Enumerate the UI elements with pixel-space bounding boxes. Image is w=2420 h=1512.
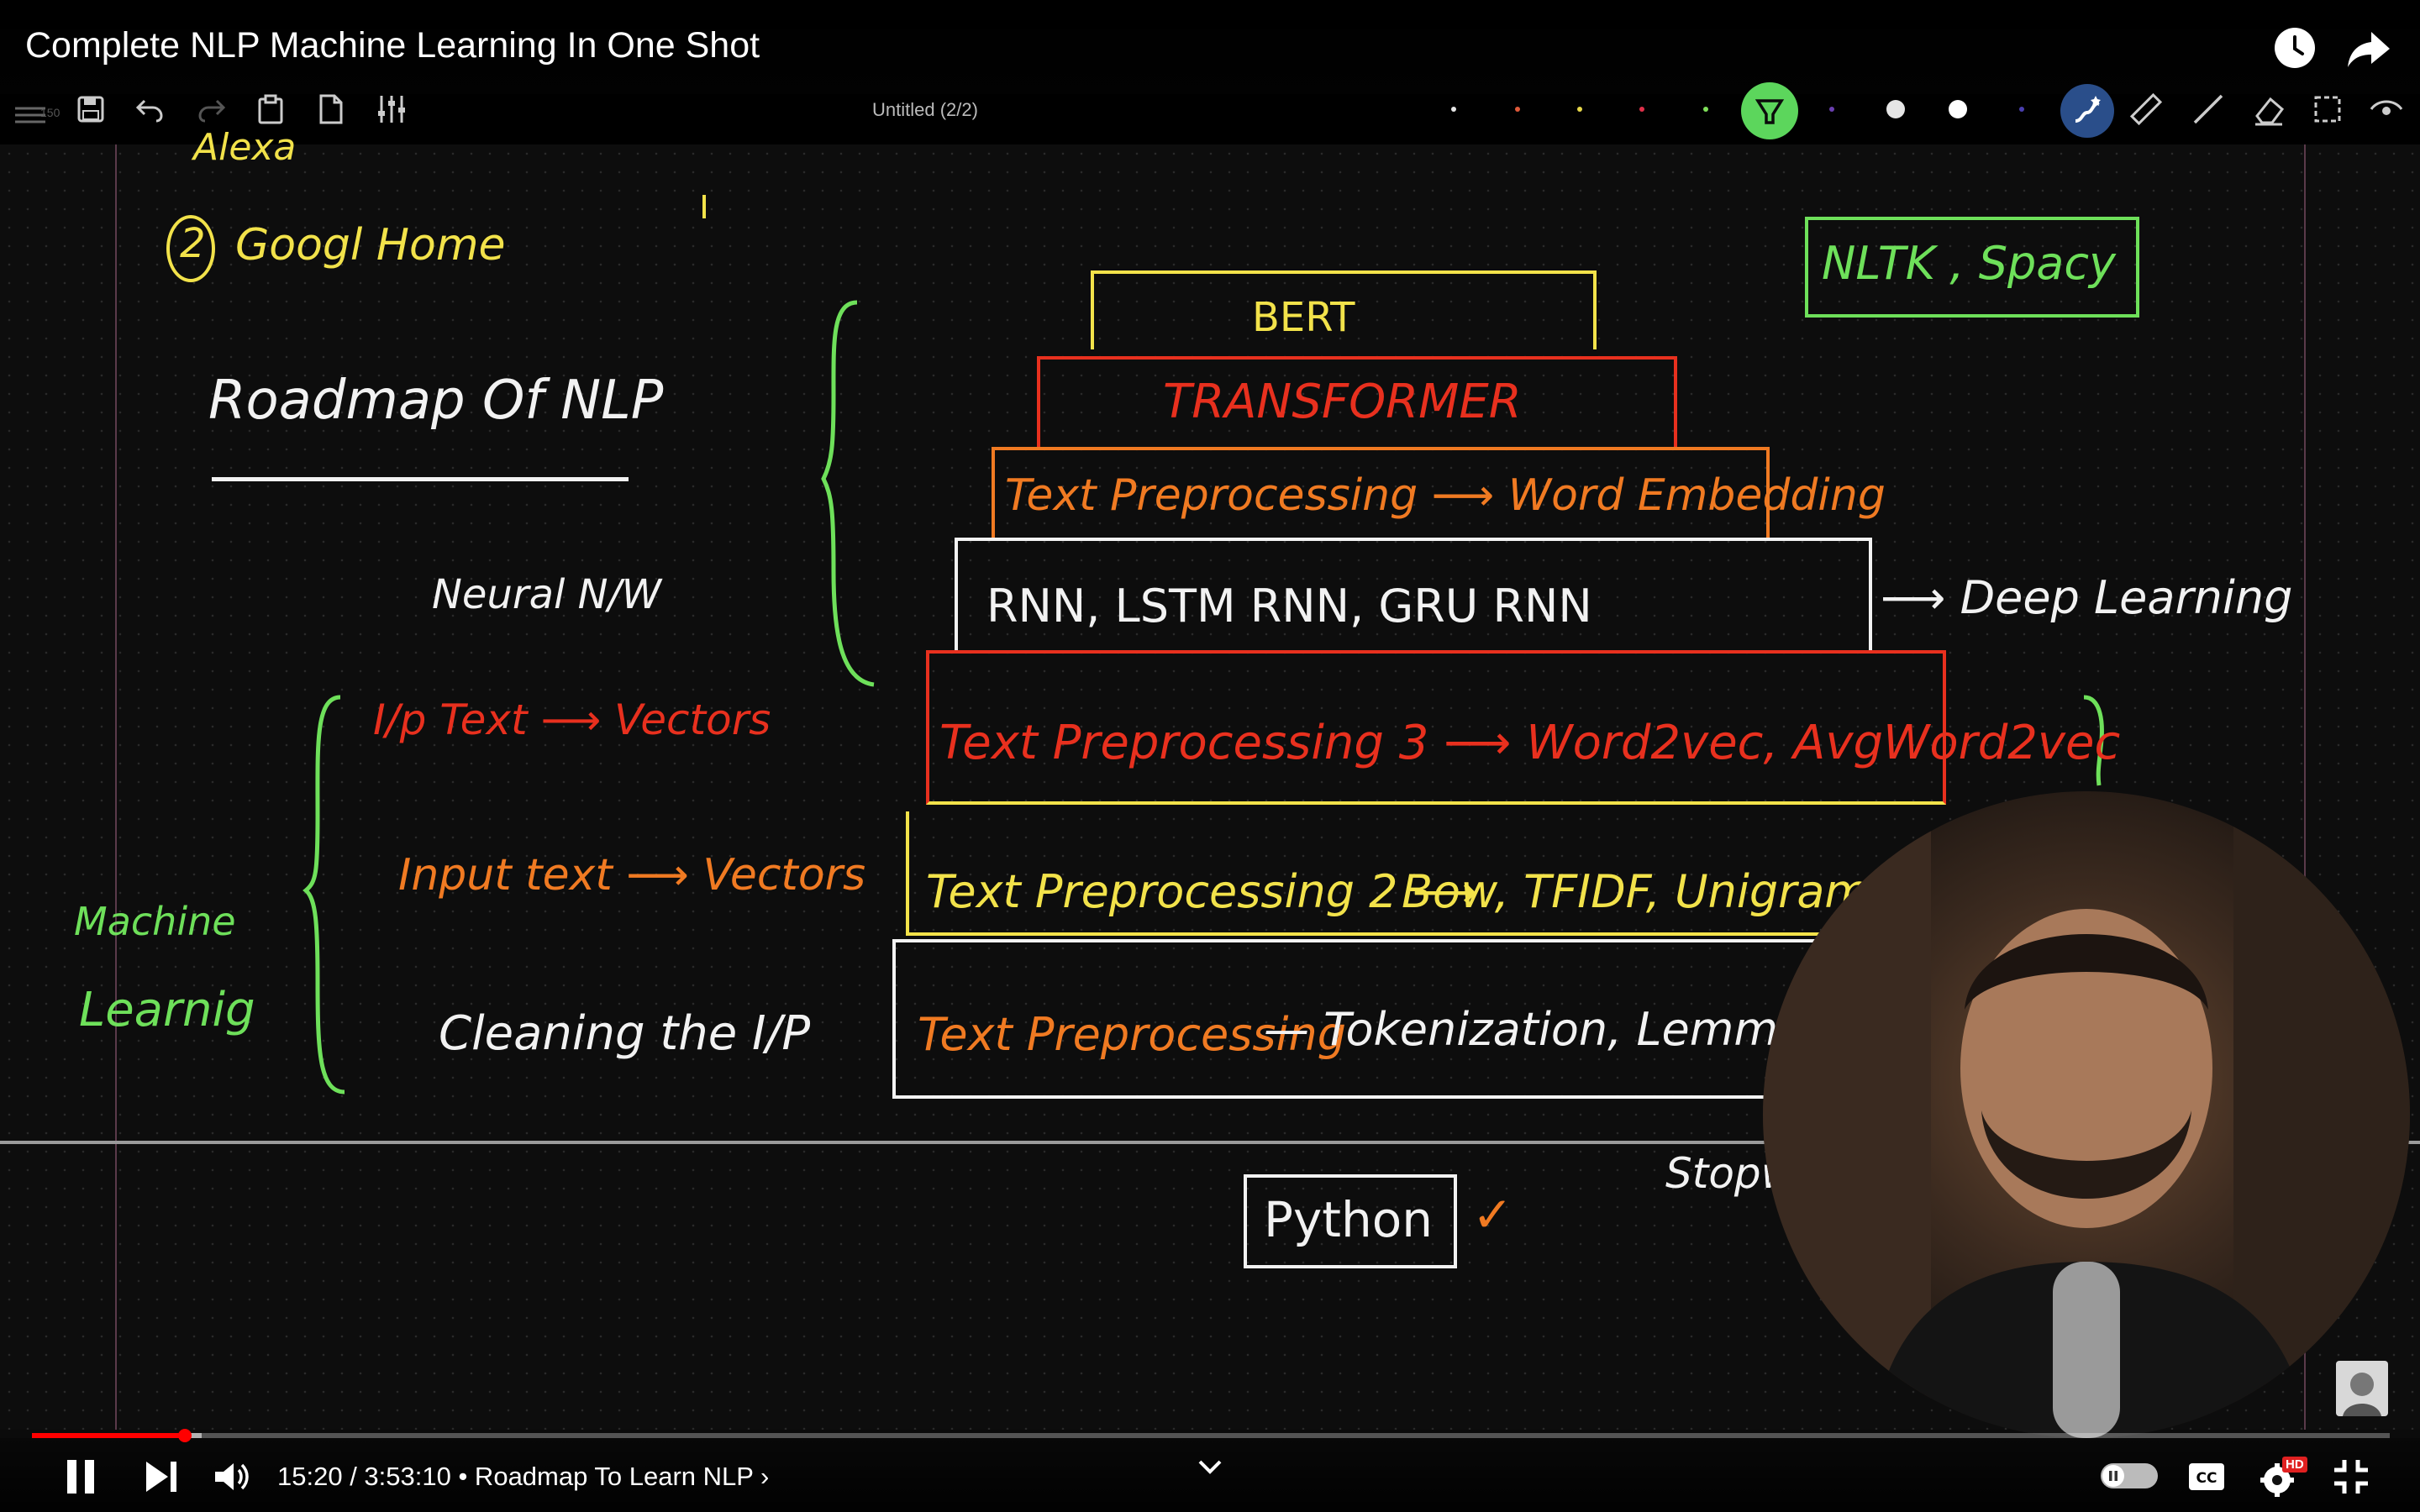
pause-icon [67, 1460, 94, 1494]
pen-color-swatch[interactable] [1577, 107, 1582, 112]
ruler-icon[interactable] [2128, 91, 2165, 128]
channel-watermark[interactable] [2336, 1361, 2388, 1416]
word-embedding-label: Text Preprocessing ⟶ Word Embedding [1005, 470, 1886, 521]
volume-button[interactable] [212, 1457, 252, 1501]
machine-label: Machine [74, 899, 236, 944]
select-icon[interactable] [2309, 91, 2346, 128]
exit-fullscreen-button[interactable] [2331, 1457, 2371, 1501]
learning-label: Learnig [79, 983, 255, 1037]
pen-color-swatch[interactable] [1886, 100, 1905, 118]
bow-label-a: Text Preprocessing 2 ⟶ [926, 865, 1478, 918]
autoplay-pause-icon [2109, 1471, 2118, 1481]
pause-button[interactable] [60, 1457, 101, 1501]
pen-color-swatch[interactable] [1451, 107, 1456, 112]
chevron-down-icon [1198, 1460, 1222, 1474]
settings-button[interactable]: HD [2259, 1457, 2307, 1503]
ml-brace [302, 695, 345, 1095]
pen-color-swatch[interactable] [1949, 100, 1967, 118]
roadmap-underline [212, 477, 629, 481]
captions-button[interactable]: CC [2186, 1460, 2227, 1498]
video-title[interactable]: Complete NLP Machine Learning In One Sho… [25, 25, 760, 66]
redo-icon[interactable] [193, 91, 230, 128]
page-icon[interactable] [313, 91, 350, 128]
autoplay-knob [2102, 1465, 2124, 1487]
magic-pen-icon [2075, 96, 2101, 123]
sliders-icon[interactable] [373, 91, 410, 128]
roadmap-title: Roadmap Of NLP [208, 370, 664, 432]
document-title[interactable]: Untitled (2/2) [872, 99, 978, 121]
nltk-spacy-label: NLTK , Spacy [1822, 237, 2116, 290]
pen-color-swatch[interactable] [1639, 107, 1644, 112]
ml-row-2: Input text ⟶ Vectors [398, 850, 866, 900]
pen-cursor [702, 195, 706, 218]
highlighter-tool-active[interactable] [1741, 82, 1798, 139]
chapter-chevron-icon[interactable]: › [760, 1462, 769, 1491]
transformer-label: TRANSFORMER [1163, 375, 1522, 429]
ml-row-3: Cleaning the I/P [439, 1006, 811, 1061]
eye-icon[interactable] [2368, 91, 2405, 128]
presenter-image [1763, 791, 2410, 1438]
progress-played [32, 1433, 185, 1438]
svg-text:CC: CC [2196, 1470, 2217, 1487]
number-2: 2 [180, 220, 206, 267]
exit-fullscreen-icon [2334, 1460, 2368, 1494]
bert-label: BERT [1252, 294, 1355, 341]
pen-color-swatch[interactable] [1703, 107, 1708, 112]
progress-scrubber[interactable] [178, 1429, 192, 1442]
highlighter-icon [1754, 99, 1785, 124]
autoplay-toggle[interactable] [2101, 1463, 2158, 1488]
eraser-icon[interactable] [2250, 91, 2287, 128]
alexa-note: Alexa [193, 126, 297, 169]
undo-icon[interactable] [131, 91, 168, 128]
share-icon[interactable] [2344, 24, 2393, 72]
volume-icon [215, 1463, 249, 1490]
python-label: Python [1264, 1191, 1434, 1248]
rnn-label: RNN, LSTM RNN, GRU RNN [986, 580, 1592, 633]
time-current-duration: 15:20 / 3:53:10 [277, 1462, 451, 1491]
ml-row-1: I/p Text ⟶ Vectors [373, 696, 771, 744]
pen-color-swatch[interactable] [1515, 107, 1520, 112]
expand-chevron-button[interactable] [1192, 1455, 1228, 1484]
pen-color-swatch[interactable] [2019, 107, 2024, 112]
bow-label-b: Bow, TFIDF, Unigram [1402, 865, 1870, 918]
presenter-webcam [1763, 791, 2410, 1438]
magic-pen-tool[interactable] [2060, 84, 2114, 138]
time-display: 15:20 / 3:53:10 • Roadmap To Learn NLP › [277, 1462, 769, 1492]
next-icon [146, 1462, 176, 1492]
progress-track[interactable] [32, 1433, 2390, 1438]
hd-badge: HD [2282, 1457, 2307, 1473]
google-home-note: Googl Home [235, 220, 506, 270]
clipboard-icon[interactable] [252, 91, 289, 128]
zoom-hint: 150 [40, 106, 60, 119]
neural-brace [821, 300, 875, 687]
save-icon[interactable] [72, 91, 109, 128]
whiteboard-toolbar [0, 94, 2420, 144]
next-button[interactable] [141, 1457, 182, 1501]
pen-color-swatch[interactable] [1829, 107, 1834, 112]
chapter-title[interactable]: • Roadmap To Learn NLP [458, 1462, 753, 1491]
cc-icon: CC [2189, 1463, 2224, 1490]
check-mark: ✓ [1472, 1186, 1513, 1243]
neural-nw-label: Neural N/W [432, 571, 662, 618]
line-icon[interactable] [2190, 91, 2227, 128]
deep-learning-label: ⟶ Deep Learning [1881, 571, 2293, 624]
word2vec-label: Text Preprocessing 3 ⟶ Word2vec, AvgWord… [939, 716, 2121, 770]
watch-later-icon[interactable] [2270, 24, 2319, 72]
margin-line-left [115, 144, 117, 1430]
